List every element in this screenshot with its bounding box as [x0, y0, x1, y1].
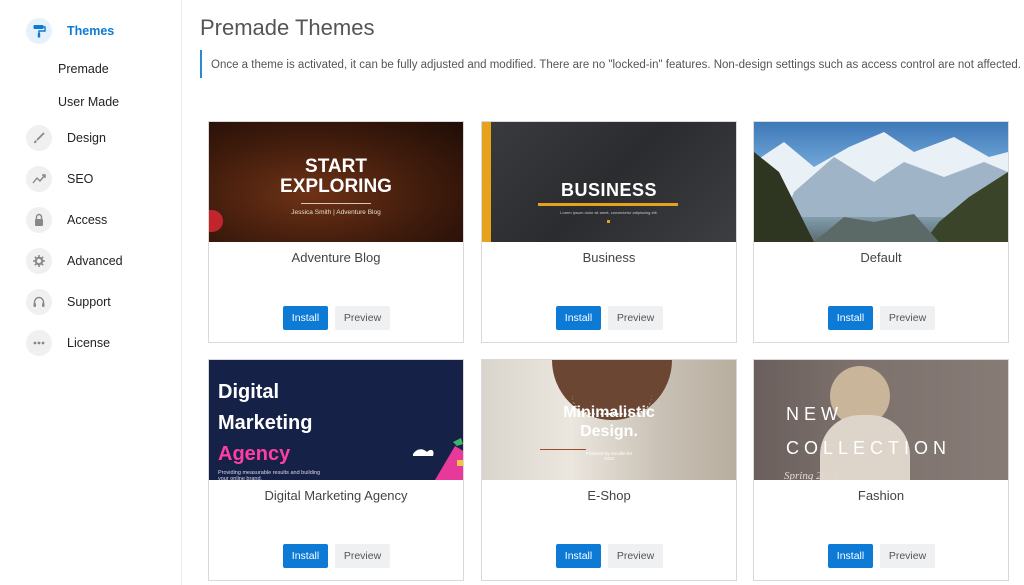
lock-icon — [26, 207, 52, 233]
sidebar-item-access[interactable]: Access — [26, 207, 107, 233]
theme-card-e-shop: Minimalistic Design. Powered by Socalle … — [481, 359, 737, 581]
sidebar-item-label: SEO — [67, 172, 94, 186]
thumbnail-heading: Minimalistic — [563, 404, 655, 421]
gear-icon — [26, 248, 52, 274]
megaphone-illustration — [413, 438, 463, 480]
thumbnail-subtext: Lorem ipsum dolor sit amet, consectetur … — [560, 210, 658, 215]
install-button[interactable]: Install — [283, 544, 328, 568]
preview-button[interactable]: Preview — [335, 544, 390, 568]
sidebar-item-design[interactable]: Design — [26, 125, 106, 151]
theme-name: Business — [582, 250, 636, 265]
theme-card-default: Default Install Preview — [753, 121, 1009, 343]
thumbnail-heading: Design. — [580, 423, 638, 440]
sidebar-item-license[interactable]: License — [26, 330, 110, 356]
theme-thumbnail: Digital Marketing Agency Providing measu… — [209, 360, 463, 480]
preview-button[interactable]: Preview — [880, 544, 935, 568]
preview-button[interactable]: Preview — [880, 306, 935, 330]
page-title: Premade Themes — [200, 15, 375, 40]
mountain-illustration — [754, 132, 1008, 242]
thumbnail-subtext: Spring 2022 — [784, 470, 839, 480]
preview-button[interactable]: Preview — [608, 306, 663, 330]
theme-card-digital-marketing-agency: Digital Marketing Agency Providing measu… — [208, 359, 464, 581]
theme-name: Adventure Blog — [291, 250, 381, 265]
thumbnail-heading: Marketing — [218, 412, 313, 434]
thumbnail-heading: Digital — [218, 381, 280, 403]
sidebar-item-seo[interactable]: SEO — [26, 166, 93, 192]
install-button[interactable]: Install — [556, 544, 601, 568]
theme-thumbnail: START EXPLORING Jessica Smith | Adventur… — [209, 122, 463, 242]
thumbnail-subtext: Powered by Socalle for 2022 — [585, 451, 633, 461]
theme-name: Fashion — [857, 488, 905, 503]
theme-thumbnail: BUSINESS Lorem ipsum dolor sit amet, con… — [482, 122, 736, 242]
install-button[interactable]: Install — [283, 306, 328, 330]
theme-card-adventure-blog: START EXPLORING Jessica Smith | Adventur… — [208, 121, 464, 343]
thumbnail-subtext: Providing measurable results and buildin… — [218, 470, 321, 480]
preview-button[interactable]: Preview — [608, 544, 663, 568]
theme-thumbnail: Minimalistic Design. Powered by Socalle … — [482, 360, 736, 480]
preview-button[interactable]: Preview — [335, 306, 390, 330]
theme-card-business: BUSINESS Lorem ipsum dolor sit amet, con… — [481, 121, 737, 343]
sidebar: Themes Premade User Made Design SEO Acce… — [0, 0, 182, 585]
thumbnail-heading: Agency — [218, 443, 291, 465]
thumbnail-subtext: Jessica Smith | Adventure Blog — [291, 209, 381, 216]
thumbnail-heading: NEW — [786, 404, 843, 424]
paint-roller-icon — [26, 18, 52, 44]
sidebar-item-support[interactable]: Support — [26, 289, 111, 315]
install-button[interactable]: Install — [828, 544, 873, 568]
thumbnail-heading: EXPLORING — [280, 176, 392, 197]
sidebar-item-themes[interactable]: Themes — [26, 18, 114, 44]
sidebar-item-label: Access — [67, 213, 108, 227]
thumbnail-heading: COLLECTION — [786, 438, 952, 458]
theme-card-fashion: NEW COLLECTION Spring 2022 Fashion Insta… — [753, 359, 1009, 581]
sidebar-item-advanced[interactable]: Advanced — [26, 248, 123, 274]
info-notice: Once a theme is activated, it can be ful… — [200, 50, 1024, 78]
headset-icon — [26, 289, 52, 315]
brush-icon — [26, 125, 52, 151]
theme-name: Default — [860, 250, 902, 265]
install-button[interactable]: Install — [556, 306, 601, 330]
theme-thumbnail: NEW COLLECTION Spring 2022 — [754, 360, 1008, 480]
sidebar-item-label: Support — [67, 295, 111, 309]
install-button[interactable]: Install — [828, 306, 873, 330]
thumbnail-heading: START — [305, 156, 367, 177]
sidebar-item-label: Advanced — [67, 254, 123, 268]
thumbnail-heading: BUSINESS — [560, 180, 658, 200]
theme-name: E-Shop — [587, 488, 631, 503]
theme-name: Digital Marketing Agency — [264, 488, 408, 503]
sidebar-item-label: Themes — [67, 24, 115, 38]
sidebar-item-label: License — [67, 336, 111, 350]
sidebar-item-label: Design — [67, 131, 106, 145]
trend-icon — [26, 166, 52, 192]
sidebar-subitem-premade[interactable]: Premade — [58, 62, 109, 76]
sidebar-subitem-user-made[interactable]: User Made — [58, 95, 119, 109]
theme-thumbnail — [754, 122, 1008, 242]
dots-icon — [26, 330, 52, 356]
